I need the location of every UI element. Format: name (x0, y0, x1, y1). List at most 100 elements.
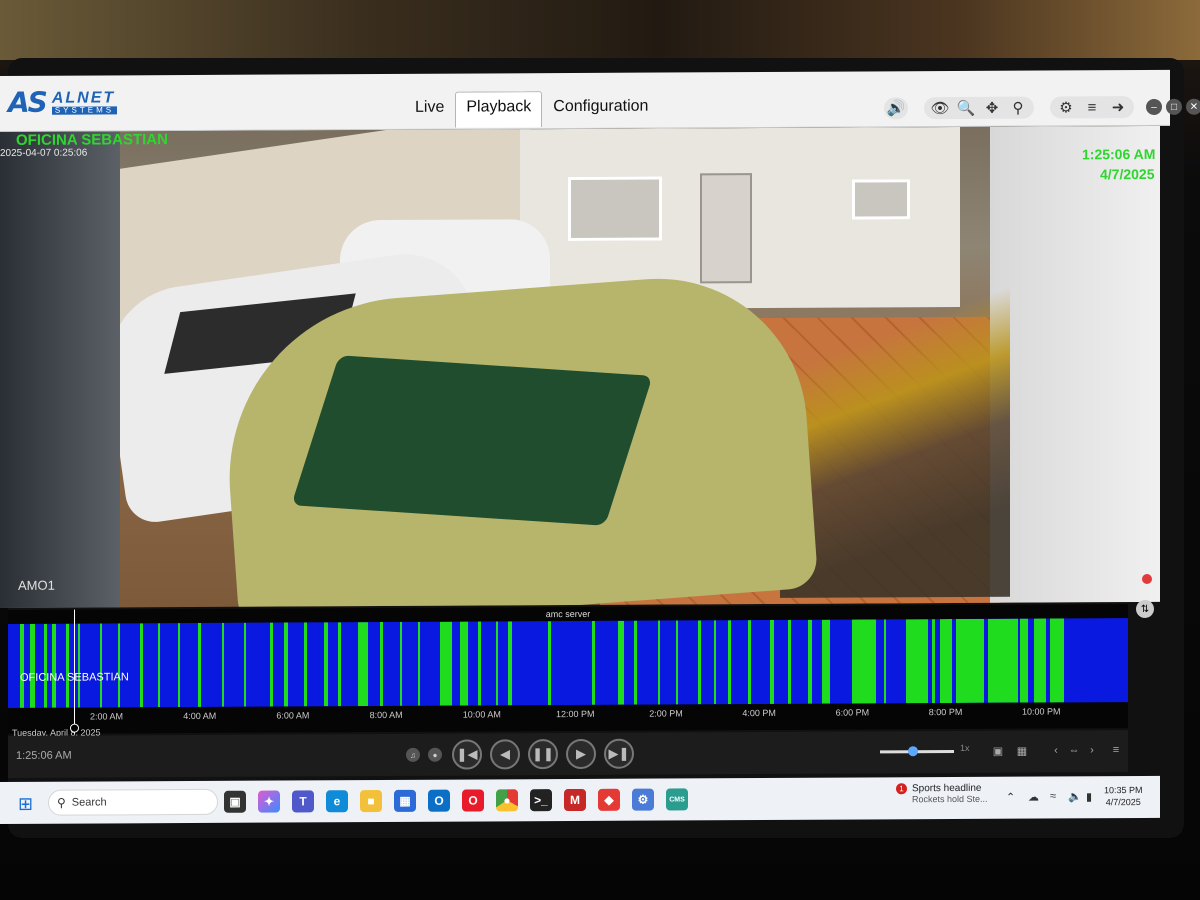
step-back-icon[interactable]: ◀ (490, 739, 520, 770)
tab-live[interactable]: Live (404, 92, 455, 128)
main-tabs: Live Playback Configuration (404, 91, 659, 128)
motion-segment (634, 620, 637, 705)
mcafee-icon[interactable]: M (564, 788, 586, 812)
motion-segment (940, 619, 952, 704)
playhead-handle[interactable] (70, 723, 79, 733)
time-tick-label: 6:00 PM (835, 707, 870, 718)
network-icon[interactable]: ≈ (1050, 790, 1056, 802)
motion-segment (178, 623, 180, 708)
motion-segment (380, 621, 383, 707)
motion-segment (676, 620, 678, 705)
motion-segment (440, 621, 452, 706)
snapshot-icon[interactable]: ● (428, 747, 442, 762)
taskbar-clock[interactable]: 10:35 PM 4/7/2025 (1104, 784, 1143, 808)
chevron-left-icon[interactable]: ‹ (1048, 742, 1064, 758)
task-view-icon[interactable]: ▣ (224, 790, 246, 813)
motion-segment (906, 619, 928, 704)
motion-segment (698, 620, 701, 705)
outlook-icon[interactable]: O (428, 789, 450, 812)
motion-segment (658, 620, 660, 705)
settings-icon[interactable]: ⚙ (632, 788, 654, 811)
motion-segment (140, 623, 143, 708)
fast-forward-icon[interactable]: ▶❚ (604, 738, 634, 769)
time-tick-label: 2:00 PM (649, 708, 683, 719)
motion-segment (222, 622, 224, 707)
export-icon[interactable]: ▣ (990, 743, 1006, 759)
timeline-pin-icon[interactable]: ⇅ (1136, 599, 1154, 619)
motion-segment (788, 619, 791, 704)
time-tick-label: 4:00 PM (742, 707, 776, 719)
swap-icon[interactable]: ⇔ (1066, 742, 1082, 758)
header-toolbar: 🔊 👁 🔍 ✥ ⚲ ⚙ ≡ ➜ – □ ✕ (884, 96, 1200, 120)
misc-tools: ⚙ ≡ ➜ (1050, 96, 1134, 119)
playback-current-time: 1:25:06 AM (16, 749, 72, 762)
motion-segment (1020, 618, 1028, 703)
eye-icon[interactable]: 👁 (928, 97, 952, 119)
menu-icon[interactable]: ≡ (1080, 96, 1104, 118)
volume-icon[interactable]: 🔊 (884, 97, 908, 120)
logout-icon[interactable]: ➜ (1106, 96, 1130, 118)
layout-icon[interactable]: ▦ (1014, 743, 1030, 759)
news-subtitle: Rockets hold Ste... (912, 793, 988, 805)
speed-slider-handle[interactable] (908, 746, 919, 757)
chrome-icon[interactable]: ● (496, 789, 518, 812)
time-tick-label: 4:00 AM (183, 710, 217, 722)
more-menu-icon[interactable]: ≡ (1108, 742, 1124, 758)
chevron-up-icon[interactable]: ⌃ (1006, 791, 1015, 804)
edge-icon[interactable]: e (326, 790, 348, 813)
cms-icon[interactable]: CMS (666, 788, 688, 811)
cloud-icon[interactable]: ☁ (1028, 791, 1039, 804)
motion-segment (478, 621, 481, 706)
speaker-icon[interactable]: 🔈 (1068, 790, 1082, 803)
motion-segment (496, 621, 498, 706)
osd-date-ghost: 2025-04-07 0:25:06 (0, 147, 88, 159)
scene-right-wall (990, 125, 1160, 603)
news-widget[interactable]: 1 Sports headline Rockets hold Ste... (896, 783, 988, 804)
taskbar-search[interactable]: ⚲ Search (48, 788, 218, 816)
motion-segment (714, 620, 716, 705)
tab-configuration[interactable]: Configuration (542, 91, 659, 128)
time-tick-label: 10:00 PM (1022, 706, 1061, 717)
pin-icon[interactable]: ⚙ (1054, 96, 1078, 118)
opera-icon[interactable]: O (462, 789, 484, 812)
motion-segment (618, 620, 624, 705)
play-icon[interactable]: ▶ (566, 738, 596, 770)
logo-name: ALNET (51, 88, 116, 107)
camera-view[interactable]: OFICINA SEBASTIAN 2025-04-07 0:25:06 1:2… (0, 125, 1160, 608)
search-icon[interactable]: ⚲ (1006, 97, 1030, 119)
teams-icon[interactable]: T (292, 790, 314, 813)
motion-segment (1050, 618, 1064, 703)
chevron-right-icon[interactable]: › (1084, 742, 1100, 758)
motion-segment (822, 619, 830, 704)
anydesk-icon[interactable]: ◆ (598, 788, 620, 811)
file-explorer-icon[interactable]: ■ (360, 789, 382, 813)
windows-start-icon[interactable]: ⊞ (18, 794, 33, 815)
fast-rewind-icon[interactable]: ❚◀ (452, 739, 482, 770)
close-icon[interactable]: ✕ (1186, 98, 1200, 115)
motion-segment (30, 623, 35, 708)
windows-taskbar: ⊞ ⚲ Search ▣ ✦ T e ■ ▦ O O ● >_ M ◆ ⚙ CM… (0, 775, 1160, 824)
playhead[interactable] (74, 609, 75, 734)
screen: AS ALNET SYSTEMS Live Playback Configura… (0, 69, 1200, 824)
motion-segment (78, 623, 80, 708)
recording-track[interactable]: OFICINA SEBASTIAN (8, 618, 1128, 708)
terminal-icon[interactable]: >_ (530, 789, 552, 812)
timeline[interactable]: amc server OFICINA SEBASTIAN 2:00 AM 4:00… (8, 604, 1128, 738)
store-icon[interactable]: ▦ (394, 789, 416, 812)
sound-toggle-icon[interactable]: ♫ (406, 747, 420, 762)
playback-bar: 1:25:06 AM ♫ ● ❚◀ ◀ ❚❚ ▶ ▶❚ 1x ▣ ▦ ‹ ⇔ ›… (8, 730, 1128, 778)
restore-icon[interactable]: □ (1166, 98, 1182, 115)
motion-segment (44, 623, 47, 708)
tab-playback[interactable]: Playback (455, 91, 543, 128)
minimize-icon[interactable]: – (1146, 98, 1162, 115)
pause-icon[interactable]: ❚❚ (528, 739, 558, 770)
osd-time: 1:25:06 AM (1082, 145, 1156, 163)
copilot-icon[interactable]: ✦ (258, 790, 280, 813)
move-icon[interactable]: ✥ (980, 97, 1004, 119)
battery-icon[interactable]: ▮ (1086, 790, 1092, 803)
zoom-in-icon[interactable]: 🔍 (954, 97, 978, 119)
motion-segment (338, 622, 341, 707)
speed-slider[interactable] (880, 746, 954, 757)
motion-segment (324, 622, 328, 707)
camera-title: OFICINA SEBASTIAN (16, 131, 168, 149)
